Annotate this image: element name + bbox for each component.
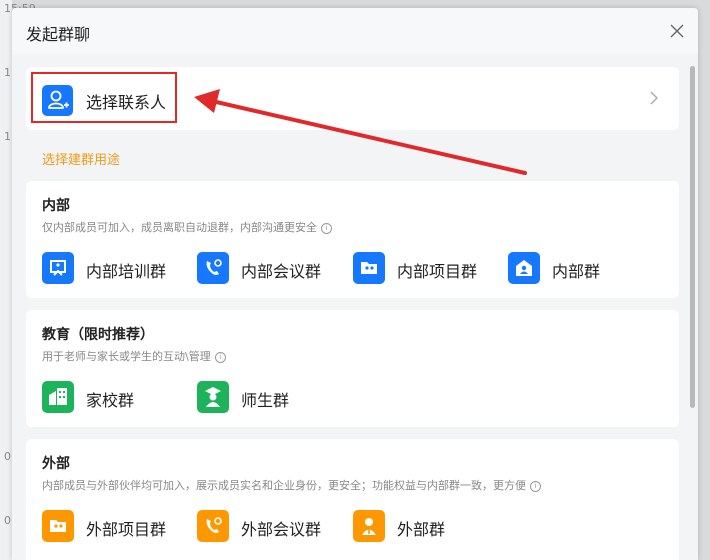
section-description: 用于老师与家长或学生的互动\管理 i [42,348,226,364]
education-section-card: 教育（限时推荐） 用于老师与家长或学生的互动\管理 i 家校群 师生群 [26,310,679,427]
info-icon[interactable]: i [530,481,541,492]
background-number: 0 [4,450,11,463]
scrollbar-thumb[interactable] [690,66,695,408]
project-folder-icon [353,252,385,284]
meeting-phone-icon [197,510,229,542]
training-icon [42,252,74,284]
internal-group-icon [508,252,540,284]
background-number: 1 [4,66,11,79]
background-number: 0 [4,514,11,527]
background-window: 15:59 1 1 0 0 [0,0,36,560]
option-label: 外部会议群 [241,520,322,539]
school-building-icon [42,381,74,413]
option-label: 内部会议群 [241,262,322,281]
option-label: 师生群 [241,391,290,410]
add-user-icon [42,85,73,116]
select-contacts-card[interactable]: 选择联系人 [26,67,679,130]
option-label: 外部项目群 [86,520,167,539]
dialog-title: 发起群聊 [26,25,91,44]
select-contacts-label: 选择联系人 [86,93,167,112]
option-label: 外部群 [397,520,446,539]
external-group-icon [353,510,385,542]
section-description: 内部成员与外部伙伴均可加入，展示成员实名和企业身份，更安全；功能权益与内部群一致… [42,477,541,493]
section-title: 内部 [42,198,70,214]
option-label: 内部项目群 [397,262,478,281]
dialog-header: 发起群聊 [12,8,698,54]
purpose-hint: 选择建群用途 [42,153,121,168]
section-description: 仅内部成员可加入，成员离职自动退群，内部沟通更安全 i [42,219,332,235]
scrollbar[interactable] [686,54,698,560]
section-title: 教育（限时推荐） [42,327,154,343]
background-number: 1 [4,130,11,143]
option-label: 家校群 [86,391,135,410]
close-icon[interactable] [666,20,688,42]
section-title: 外部 [42,456,70,472]
project-folder-icon [42,510,74,542]
internal-section-card: 内部 仅内部成员可加入，成员离职自动退群，内部沟通更安全 i 内部培训群 内部会议… [26,181,679,298]
info-icon[interactable]: i [321,223,332,234]
info-icon[interactable]: i [214,352,226,363]
graduate-icon [197,381,229,413]
start-group-chat-dialog: 发起群聊 选择联系人 选择建群用途 内部 仅内部成员可加入，成员离职自动退群，内… [12,8,698,560]
meeting-phone-icon [197,252,229,284]
option-label: 内部群 [552,262,601,281]
external-section-card: 外部 内部成员与外部伙伴均可加入，展示成员实名和企业身份，更安全；功能权益与内部… [26,439,679,560]
chevron-right-icon [650,91,658,105]
option-label: 内部培训群 [86,262,167,281]
